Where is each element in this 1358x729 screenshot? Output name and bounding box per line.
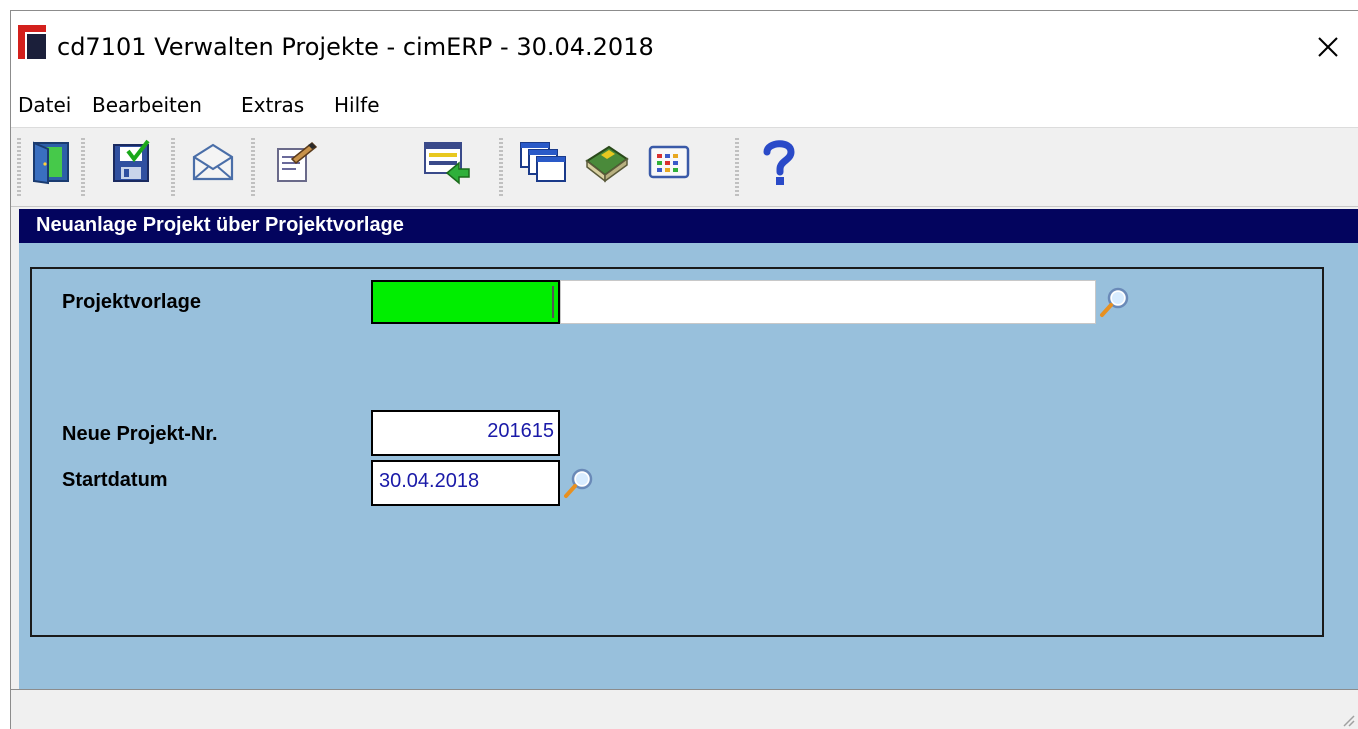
transfer-list-icon (424, 142, 470, 185)
projektvorlage-description-field (560, 280, 1096, 324)
toolbar-grip (17, 138, 21, 198)
menu-extras[interactable]: Extras (241, 93, 304, 117)
neue-projekt-nr-input[interactable]: 201615 (371, 410, 560, 456)
toolbar-separator (499, 138, 503, 198)
help-button[interactable] (753, 136, 805, 188)
help-icon (763, 140, 795, 185)
calendar-grid-icon (648, 145, 690, 179)
close-button[interactable] (1298, 11, 1358, 83)
neue-projekt-nr-label: Neue Projekt-Nr. (62, 423, 218, 445)
resize-grip-icon[interactable] (1338, 710, 1356, 728)
magnifier-icon (564, 468, 593, 498)
startdatum-lookup-button[interactable] (562, 466, 596, 500)
edit-notes-button[interactable] (269, 136, 321, 188)
toolbar (11, 127, 1358, 207)
projektvorlage-input[interactable] (371, 280, 560, 324)
windows-icon (520, 142, 566, 182)
app-logo-icon (18, 25, 46, 59)
mail-icon (192, 143, 234, 181)
toolbar-separator (251, 138, 255, 198)
form-content: Projektvorlage Neue Projekt-Nr. 201615 S… (19, 243, 1358, 689)
save-button[interactable] (105, 136, 157, 188)
panel-header: Neuanlage Projekt über Projektvorlage (19, 209, 1358, 243)
close-icon (1318, 37, 1338, 57)
status-bar (11, 689, 1358, 729)
panel-title: Neuanlage Projekt über Projektvorlage (36, 214, 404, 236)
menu-datei[interactable]: Datei (18, 93, 71, 117)
exit-door-icon (33, 141, 69, 185)
startdatum-input[interactable]: 30.04.2018 (371, 460, 560, 506)
projektvorlage-lookup-button[interactable] (1098, 285, 1132, 319)
toolbar-separator (171, 138, 175, 198)
edit-notes-icon (277, 141, 318, 182)
menu-hilfe[interactable]: Hilfe (334, 93, 380, 117)
mail-button[interactable] (187, 136, 239, 188)
toolbar-separator (81, 138, 85, 198)
window-title: cd7101 Verwalten Projekte - cimERP - 30.… (57, 33, 654, 61)
form-groupbox: Projektvorlage Neue Projekt-Nr. 201615 S… (30, 267, 1324, 637)
startdatum-label: Startdatum (62, 469, 168, 491)
menu-bearbeiten[interactable]: Bearbeiten (92, 93, 202, 117)
projektvorlage-label: Projektvorlage (62, 291, 201, 313)
save-icon (113, 139, 150, 182)
magnifier-icon (1100, 287, 1129, 317)
windows-button[interactable] (517, 136, 569, 188)
transfer-list-button[interactable] (421, 136, 473, 188)
application-window: cd7101 Verwalten Projekte - cimERP - 30.… (10, 10, 1358, 729)
toolbar-separator (735, 138, 739, 198)
calendar-grid-button[interactable] (643, 136, 695, 188)
book-icon (585, 145, 629, 183)
exit-button[interactable] (25, 136, 77, 188)
text-cursor (552, 286, 554, 318)
title-bar: cd7101 Verwalten Projekte - cimERP - 30.… (11, 11, 1358, 83)
book-button[interactable] (581, 136, 633, 188)
menu-bar: Datei Bearbeiten Extras Hilfe (11, 83, 1358, 127)
